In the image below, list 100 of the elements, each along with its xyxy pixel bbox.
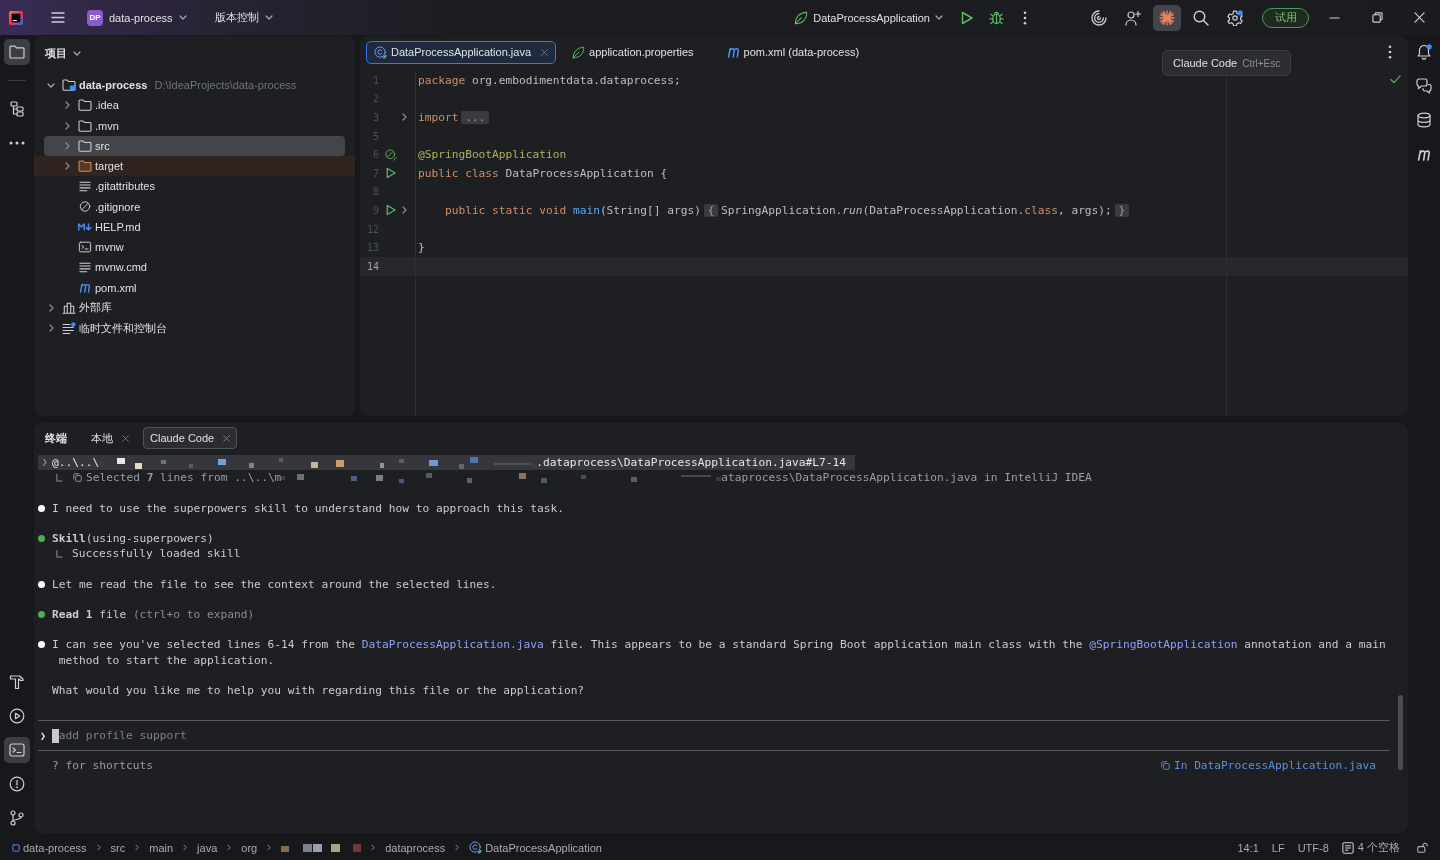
chevron-icon <box>96 844 101 851</box>
tree-item[interactable]: .gitignore <box>34 196 355 217</box>
tree-item[interactable]: 临时文件和控制台 <box>34 318 355 339</box>
scrollbar[interactable] <box>1398 695 1403 770</box>
branch-icon <box>9 810 25 826</box>
terminal-tab[interactable]: 本地 <box>84 427 136 449</box>
tree-item[interactable]: HELP.md <box>34 216 355 237</box>
close-icon[interactable] <box>122 434 129 442</box>
breadcrumb[interactable]: data-process <box>12 841 87 854</box>
file-reference: .dataprocess\DataProcessApplication.java#L7-14 <box>536 455 846 471</box>
terminal-tab[interactable]: Claude Code <box>143 427 238 449</box>
folder-icon <box>78 139 92 152</box>
chevron-icon <box>371 844 376 851</box>
chevron-icon[interactable] <box>48 324 54 333</box>
run-icon[interactable] <box>386 167 396 180</box>
chevron-icon[interactable] <box>48 303 54 312</box>
tree-item[interactable]: data-process D:\IdeaProjects\data-process <box>34 75 355 96</box>
claude-button[interactable] <box>1153 4 1181 31</box>
editor-tab[interactable]: pom.xml (data-process) <box>718 40 877 64</box>
trial-button[interactable]: 试用 <box>1262 7 1309 28</box>
tree-item[interactable]: .idea <box>34 95 355 116</box>
fold-icon[interactable] <box>401 206 407 215</box>
file-encoding[interactable]: UTF-8 <box>1297 841 1329 854</box>
code-line: import ... <box>418 111 493 124</box>
copy-icon <box>1160 761 1170 771</box>
text-file-icon <box>79 261 91 273</box>
chevron-icon <box>227 844 232 851</box>
copy-icon <box>73 473 82 483</box>
folder-icon <box>78 119 92 132</box>
tree-item[interactable]: 外部库 <box>34 297 355 318</box>
leaf-icon <box>794 10 809 25</box>
editor-tab[interactable]: DataProcessApplication.java <box>366 40 557 64</box>
tree-item[interactable]: mvnw <box>34 237 355 258</box>
chevron-icon <box>135 844 140 851</box>
run-icon <box>961 10 973 25</box>
chevron-icon[interactable] <box>47 82 55 88</box>
prompt-input[interactable]: ❯ add profile support <box>38 720 1390 752</box>
structure-icon <box>9 101 25 117</box>
close-icon[interactable] <box>541 48 549 56</box>
tree-item[interactable]: .gitattributes <box>34 176 355 197</box>
code-line: @SpringBootApplication <box>418 148 567 162</box>
folder-icon <box>78 99 92 112</box>
text-cursor <box>52 728 59 743</box>
close-icon <box>1414 12 1425 23</box>
app-logo-icon <box>9 10 23 25</box>
prompt-symbol: ❯ <box>39 729 48 744</box>
tree-item[interactable]: src <box>44 135 345 156</box>
chevron-icon[interactable] <box>64 162 70 171</box>
breadcrumb[interactable]: src <box>110 841 126 854</box>
breadcrumb[interactable]: DataProcessApplication <box>469 841 602 854</box>
chevron-icon <box>183 844 188 851</box>
close-icon[interactable] <box>223 434 231 442</box>
hammer-icon <box>9 674 25 690</box>
editor-tab[interactable]: application.properties <box>564 40 711 64</box>
line-separator[interactable]: LF <box>1271 841 1285 854</box>
corner-line-icon <box>56 549 63 558</box>
vcs-menu[interactable]: 版本控制 <box>208 4 279 31</box>
caret-position[interactable]: 14:1 <box>1237 841 1259 854</box>
tree-item[interactable]: .mvn <box>34 115 355 136</box>
caret-icon[interactable] <box>73 50 81 56</box>
project-switcher[interactable]: DP data-process <box>81 4 193 31</box>
run-icon[interactable] <box>386 204 396 217</box>
corner-line-icon <box>56 473 63 482</box>
caret-icon <box>264 15 273 20</box>
breadcrumb[interactable]: dataprocess <box>385 841 446 854</box>
shortcut-hint: ? for shortcuts <box>52 758 154 774</box>
class-icon <box>469 841 483 854</box>
chevron-icon[interactable] <box>64 101 70 110</box>
letter-m-icon <box>726 46 740 58</box>
attachment-text: Selected 7 lines from ..\..\m <box>86 470 282 486</box>
terminal-tool-button[interactable] <box>4 737 30 763</box>
terminal-icon <box>9 742 25 758</box>
minimize-icon <box>1329 16 1340 19</box>
tree-item[interactable]: target <box>34 156 355 177</box>
more-icon <box>1023 10 1027 25</box>
tree-item[interactable]: pom.xml <box>34 277 355 298</box>
breadcrumb[interactable]: java <box>197 841 218 854</box>
slashed-circle-icon[interactable] <box>385 148 397 161</box>
breadcrumb[interactable]: main <box>149 841 174 854</box>
message-text: What would you like me to help you with regarding this file or the application? <box>52 682 586 699</box>
indent-setting[interactable]: 4 个空格 <box>1341 840 1400 855</box>
fold-icon[interactable] <box>401 113 407 122</box>
panel-title: 终端 <box>45 430 67 446</box>
list-icon <box>62 322 76 335</box>
text-file-icon <box>79 180 91 192</box>
markdown-icon <box>78 222 92 231</box>
chevron-icon[interactable] <box>64 121 70 130</box>
panel-title[interactable]: 项目 <box>45 45 67 61</box>
square-icon <box>12 843 20 852</box>
tree-item[interactable]: mvnw.cmd <box>34 257 355 278</box>
project-tool-button[interactable] <box>4 39 30 65</box>
menu-icon <box>51 12 65 23</box>
folder-icon <box>78 160 92 173</box>
breadcrumb[interactable]: org <box>241 841 258 854</box>
context-label: In DataProcessApplication.java <box>1173 758 1376 774</box>
caret-icon <box>935 15 943 20</box>
unlock-icon[interactable] <box>1417 842 1428 853</box>
run-configuration[interactable]: DataProcessApplication <box>788 4 949 31</box>
check-icon[interactable] <box>1390 75 1401 84</box>
code-line: public class DataProcessApplication { <box>418 166 668 180</box>
